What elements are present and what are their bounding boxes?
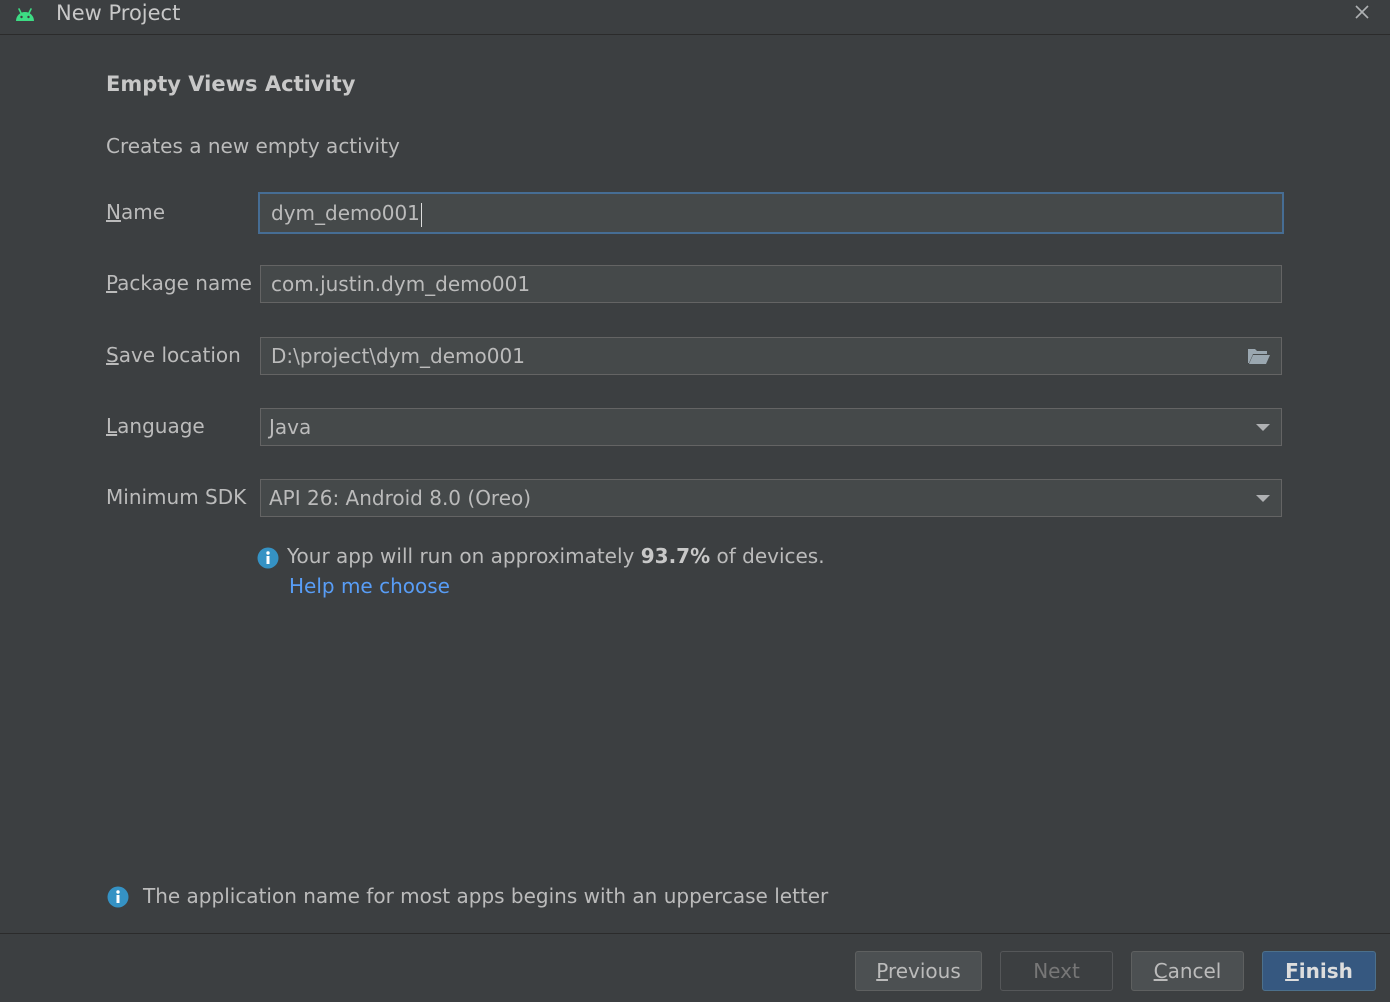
language-label-mnemonic: L [106,414,118,438]
validation-hint: The application name for most apps begin… [143,884,829,908]
title-bar: New Project [0,0,1390,35]
location-label-mnemonic: S [106,343,119,367]
package-label-text: ackage name [117,271,252,295]
cancel-label: ancel [1167,959,1222,983]
cancel-mnemonic: C [1153,959,1168,983]
template-title: Empty Views Activity [106,72,356,96]
save-location-input[interactable]: D:\project\dym_demo001 [260,337,1282,375]
folder-icon[interactable] [1247,346,1271,366]
previous-label: revious [887,959,961,983]
package-name-label: Package name [106,271,252,295]
language-selected-value: Java [269,415,312,439]
language-dropdown[interactable]: Java [260,408,1282,446]
text-caret [420,202,422,227]
package-name-value: com.justin.dym_demo001 [271,272,531,296]
package-name-input[interactable]: com.justin.dym_demo001 [260,265,1282,303]
minimum-sdk-selected-value: API 26: Android 8.0 (Oreo) [269,486,532,510]
language-label-text: anguage [117,414,205,438]
info-icon [107,886,129,908]
save-location-value: D:\project\dym_demo001 [271,344,525,368]
cancel-button[interactable]: Cancel [1131,951,1244,991]
name-label-mnemonic: N [106,200,121,224]
window-title: New Project [56,1,181,25]
template-description: Creates a new empty activity [106,134,400,158]
finish-label: inish [1298,959,1353,983]
chevron-down-icon [1256,424,1270,431]
coverage-suffix: of devices. [710,544,825,568]
finish-mnemonic: F [1285,959,1299,983]
language-label: Language [106,414,205,438]
help-me-choose-link[interactable]: Help me choose [289,574,450,598]
info-icon [257,547,279,569]
name-label: Name [106,200,165,224]
previous-mnemonic: P [876,959,888,983]
previous-button[interactable]: Previous [855,951,982,991]
name-label-text: ame [120,200,166,224]
name-input[interactable]: dym_demo001 [258,192,1284,234]
save-location-label: Save location [106,343,241,367]
android-icon [16,8,34,21]
package-label-mnemonic: P [106,271,118,295]
name-input-value: dym_demo001 [271,201,420,225]
finish-button[interactable]: Finish [1262,951,1376,991]
minimum-sdk-label: Minimum SDK [106,485,247,509]
new-project-dialog: New Project Empty Views Activity Creates… [0,0,1390,1002]
next-button[interactable]: Next [1000,951,1113,991]
coverage-percent: 93.7% [640,544,711,568]
footer-divider [0,933,1390,934]
chevron-down-icon [1256,495,1270,502]
coverage-prefix: Your app will run on approximately [287,544,641,568]
location-label-text: ave location [118,343,241,367]
minimum-sdk-dropdown[interactable]: API 26: Android 8.0 (Oreo) [260,479,1282,517]
device-coverage-text: Your app will run on approximately 93.7%… [287,544,825,568]
close-icon[interactable] [1352,2,1372,22]
